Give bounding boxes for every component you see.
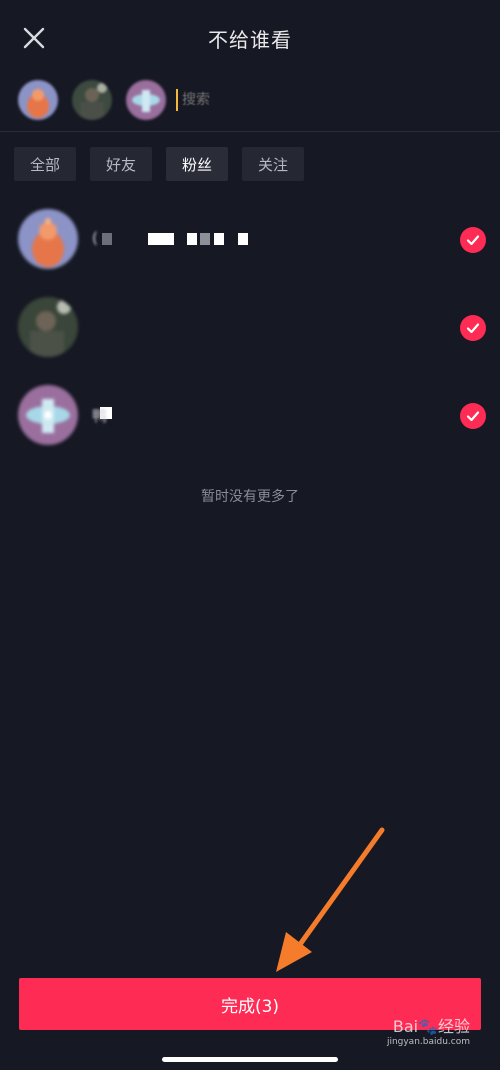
list-item[interactable] <box>0 293 500 419</box>
selected-check[interactable] <box>460 403 486 429</box>
search-input[interactable] <box>178 91 304 109</box>
user-name: 鸭 <box>92 407 108 425</box>
header: 不给谁看 <box>0 0 500 75</box>
watermark-url: jingyan.baidu.com <box>386 1037 470 1047</box>
home-indicator[interactable] <box>162 1057 338 1062</box>
selected-check[interactable] <box>460 227 486 253</box>
page-title: 不给谁看 <box>208 28 292 52</box>
selected-users-bar <box>0 75 500 132</box>
checkmark-icon <box>466 411 480 422</box>
selected-avatar[interactable] <box>72 80 112 120</box>
redaction-block <box>214 233 224 245</box>
end-of-list-text: 暂时没有更多了 <box>201 489 299 505</box>
tab-fans[interactable]: 粉丝 <box>166 147 229 181</box>
tab-all[interactable]: 全部 <box>14 147 77 181</box>
redaction-block <box>200 233 210 245</box>
filter-tabs: 全部 好友 粉丝 关注 <box>14 147 305 181</box>
list-item[interactable]: 鸭 <box>0 381 500 469</box>
watermark: Bai🐾经验 jingyan.baidu.com <box>387 1013 470 1047</box>
tab-following[interactable]: 关注 <box>242 147 305 181</box>
checkmark-icon <box>466 323 480 334</box>
redaction-block <box>187 233 197 245</box>
selected-check[interactable] <box>460 315 486 341</box>
list-item[interactable]: ( <box>0 205 500 293</box>
tab-friends[interactable]: 好友 <box>90 147 153 181</box>
avatar <box>18 209 78 269</box>
selected-avatar[interactable] <box>18 80 58 120</box>
avatar <box>18 297 78 357</box>
redaction-block <box>102 233 112 245</box>
checkmark-icon <box>466 235 480 246</box>
user-list: ( 鸭 <box>0 205 500 469</box>
user-name: ( <box>92 229 98 247</box>
redaction-block <box>238 233 248 245</box>
redaction-block <box>148 233 174 245</box>
watermark-logo: Bai🐾经验 <box>392 1017 470 1036</box>
search-box[interactable] <box>176 85 304 115</box>
avatar <box>18 385 78 445</box>
selected-avatar[interactable] <box>126 80 166 120</box>
